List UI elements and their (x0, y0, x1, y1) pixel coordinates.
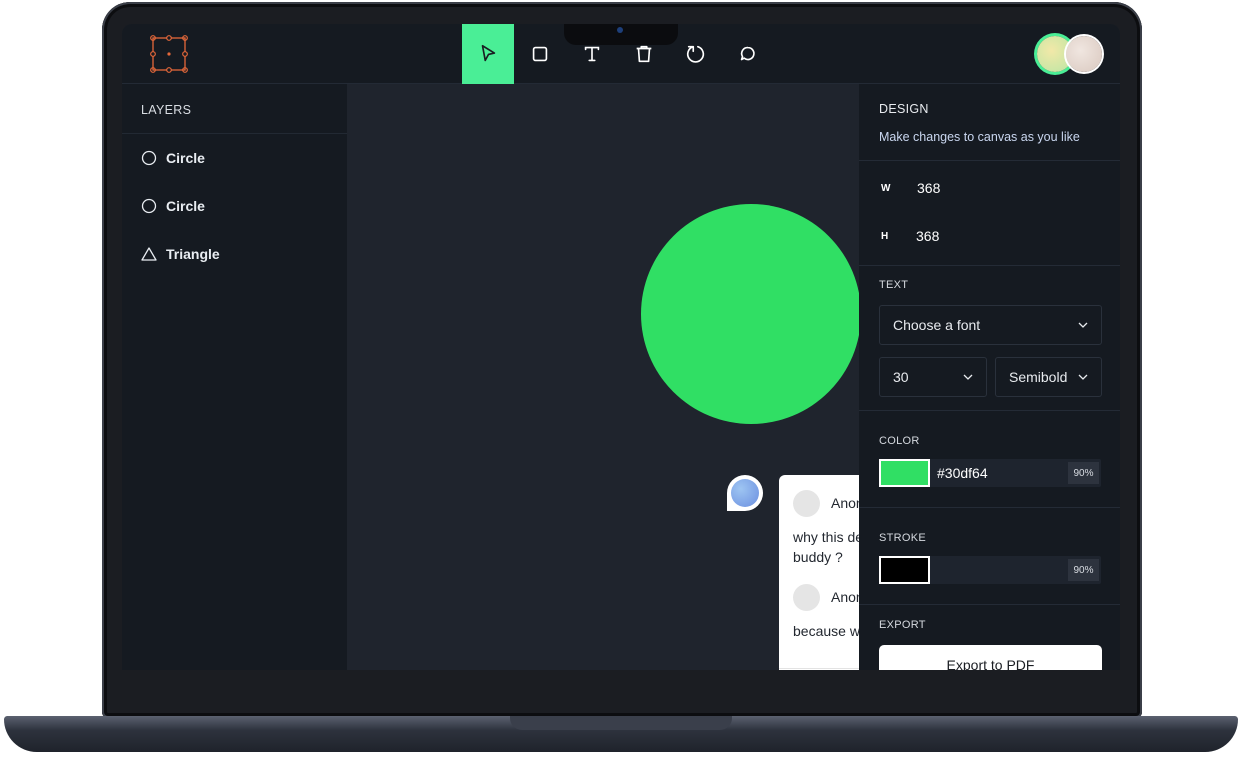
text-label: TEXT (879, 279, 909, 291)
design-title: DESIGN (879, 102, 929, 116)
fill-opacity[interactable]: 90% (1068, 462, 1099, 484)
color-section: COLOR #30df64 90% (859, 411, 1120, 508)
chevron-down-icon (1078, 322, 1088, 328)
fill-color-row: #30df64 90% (879, 459, 1101, 487)
stroke-color-swatch[interactable] (879, 556, 930, 584)
chevron-down-icon (963, 374, 973, 380)
app-logo-icon[interactable] (150, 35, 188, 73)
layer-item-triangle[interactable]: Triangle (122, 230, 347, 278)
pin-avatar (731, 479, 759, 507)
design-canvas[interactable]: Anon why this de buddy ? Anon because w (347, 84, 859, 670)
avatar (793, 489, 820, 517)
height-label: H (881, 230, 889, 242)
camera-notch (564, 24, 678, 45)
width-row: W 368 (881, 180, 940, 196)
comment-author-row: Anon (779, 577, 859, 617)
divider (779, 668, 859, 669)
triangle-icon (141, 247, 157, 261)
design-panel: DESIGN Make changes to canvas as you lik… (859, 84, 1120, 670)
width-input[interactable]: 368 (917, 180, 940, 196)
app-screen: LAYERS Circle Circle Triangle Anon why t… (122, 24, 1120, 670)
layers-panel: LAYERS Circle Circle Triangle (122, 84, 347, 670)
font-family-select[interactable]: Choose a font (879, 305, 1102, 345)
font-size-value: 30 (893, 369, 909, 385)
comment-author: Anon (831, 495, 859, 511)
font-weight-select[interactable]: Semibold (995, 357, 1102, 397)
layer-label: Triangle (166, 246, 220, 262)
font-family-value: Choose a font (893, 317, 981, 333)
rectangle-tool-button[interactable] (514, 24, 566, 84)
design-subtitle: Make changes to canvas as you like (879, 130, 1080, 144)
active-users (1037, 36, 1107, 72)
export-pdf-button[interactable]: Export to PDF (879, 645, 1102, 670)
font-size-select[interactable]: 30 (879, 357, 987, 397)
user-avatar[interactable] (1066, 36, 1102, 72)
comment-author-row: Anon (779, 483, 859, 523)
select-tool-button[interactable] (462, 24, 514, 84)
circle-icon (141, 198, 157, 214)
dimensions-section: W 368 H 368 (859, 161, 1120, 266)
height-row: H 368 (881, 228, 939, 244)
text-icon (584, 46, 600, 62)
comment-text: because w (793, 623, 859, 639)
circle-shape[interactable] (641, 204, 859, 424)
layers-title: LAYERS (122, 84, 347, 134)
chevron-down-icon (1078, 374, 1088, 380)
circle-icon (141, 150, 157, 166)
export-label: EXPORT (879, 619, 926, 631)
fill-color-hex[interactable]: #30df64 (937, 465, 988, 481)
comments-tool-button[interactable] (722, 24, 774, 84)
width-label: W (881, 182, 891, 194)
comment-icon (740, 46, 755, 61)
stroke-section: STROKE 90% (859, 508, 1120, 605)
height-input[interactable]: 368 (916, 228, 939, 244)
cursor-icon (481, 44, 496, 62)
stroke-label: STROKE (879, 532, 927, 544)
layer-item-circle[interactable]: Circle (122, 182, 347, 230)
color-label: COLOR (879, 435, 920, 447)
layer-label: Circle (166, 150, 205, 166)
export-section: EXPORT Export to PDF (859, 605, 1120, 670)
reset-icon (686, 45, 705, 63)
comment-author: Anon (831, 589, 859, 605)
text-section: TEXT Choose a font 30 Semibold (859, 266, 1120, 411)
comment-text: why this de buddy ? (793, 529, 859, 565)
layer-label: Circle (166, 198, 205, 214)
layer-item-circle[interactable]: Circle (122, 134, 347, 182)
fill-color-swatch[interactable] (879, 459, 930, 487)
font-weight-value: Semibold (1009, 369, 1068, 385)
comment-pin[interactable] (727, 475, 763, 511)
design-header: DESIGN Make changes to canvas as you lik… (859, 84, 1120, 161)
avatar (793, 583, 820, 611)
stroke-opacity[interactable]: 90% (1068, 559, 1099, 581)
stroke-color-row: 90% (879, 556, 1101, 584)
square-icon (532, 46, 548, 62)
laptop-base-notch (510, 716, 732, 730)
comment-thread[interactable]: Anon why this de buddy ? Anon because w (779, 475, 859, 670)
camera-icon (617, 27, 623, 33)
trash-icon (636, 45, 652, 63)
